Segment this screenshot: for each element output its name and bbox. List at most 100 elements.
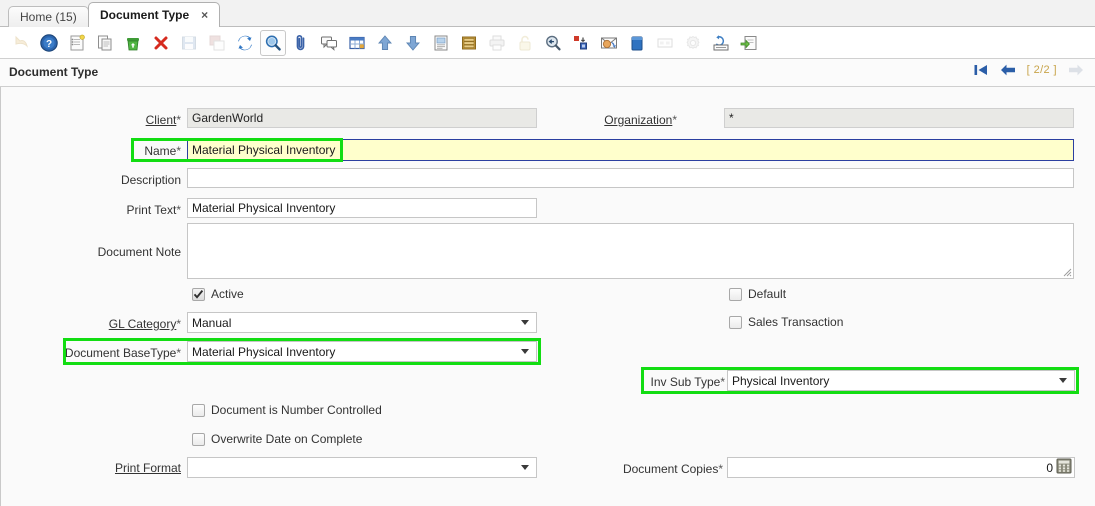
inv-sub-type-value: Physical Inventory — [732, 374, 829, 388]
document-copies-label: Document Copies — [623, 462, 718, 476]
tab-home-label: Home (15) — [20, 10, 77, 24]
detail-record-icon[interactable] — [400, 30, 426, 56]
name-input[interactable]: Material Physical Inventory — [187, 139, 1074, 161]
document-basetype-value: Material Physical Inventory — [192, 345, 335, 359]
active-checkbox[interactable]: Active — [192, 287, 244, 301]
gl-category-dropdown[interactable]: Manual — [187, 312, 537, 333]
gl-category-label[interactable]: GL Category — [109, 317, 177, 331]
document-copies-label-wrap: Document Copies* — [597, 462, 723, 476]
client-value: GardenWorld — [192, 111, 263, 125]
report-icon[interactable] — [428, 30, 454, 56]
zoom-across-icon[interactable] — [540, 30, 566, 56]
inv-sub-type-label: Inv Sub Type — [651, 375, 721, 389]
new-record-icon[interactable] — [64, 30, 90, 56]
tab-home[interactable]: Home (15) — [8, 6, 89, 27]
sales-transaction-checkbox[interactable]: Sales Transaction — [729, 315, 843, 329]
refresh-icon[interactable] — [232, 30, 258, 56]
print-text-value: Material Physical Inventory — [192, 201, 335, 215]
organization-label[interactable]: Organization — [604, 113, 672, 127]
multi-select-icon[interactable] — [652, 30, 678, 56]
organization-required-marker: * — [672, 113, 677, 127]
tab-document-type-label: Document Type — [100, 8, 189, 22]
print-format-label[interactable]: Print Format — [115, 461, 181, 475]
help-icon[interactable]: ? — [36, 30, 62, 56]
inv-sub-type-label-wrap: Inv Sub Type* — [647, 375, 725, 389]
number-controlled-label: Document is Number Controlled — [211, 403, 382, 417]
document-note-label-wrap: Document Note — [91, 245, 181, 259]
client-label[interactable]: Client — [146, 113, 177, 127]
first-record-icon[interactable] — [973, 63, 989, 77]
description-label: Description — [121, 173, 181, 187]
print-text-input[interactable]: Material Physical Inventory — [187, 198, 537, 218]
document-copies-required-marker: * — [718, 462, 723, 476]
close-icon[interactable]: × — [201, 9, 208, 21]
description-input[interactable] — [187, 168, 1074, 188]
application-window: Home (15) Document Type × ? — [0, 0, 1095, 506]
number-controlled-checkbox[interactable]: Document is Number Controlled — [192, 403, 382, 417]
inv-sub-type-required-marker: * — [720, 375, 725, 389]
overwrite-date-label: Overwrite Date on Complete — [211, 432, 362, 446]
chevron-down-icon — [1059, 378, 1067, 383]
product-info-icon[interactable] — [624, 30, 650, 56]
document-basetype-label: Document BaseType — [65, 346, 176, 360]
parent-record-icon[interactable] — [372, 30, 398, 56]
delete-record-icon[interactable] — [120, 30, 146, 56]
active-checkbox-box — [192, 288, 205, 301]
undo-icon[interactable] — [8, 30, 34, 56]
save-create-icon[interactable] — [204, 30, 230, 56]
chat-icon[interactable] — [316, 30, 342, 56]
chevron-down-icon — [521, 465, 529, 470]
find-icon[interactable] — [260, 30, 286, 56]
window-header: Document Type [ 2/2 ] — [0, 59, 1095, 87]
document-copies-value: 0 — [1046, 461, 1053, 475]
record-navigation: [ 2/2 ] — [973, 63, 1085, 77]
export-icon[interactable] — [708, 30, 734, 56]
copy-record-icon[interactable] — [92, 30, 118, 56]
import-icon[interactable] — [736, 30, 762, 56]
gl-category-label-wrap: GL Category* — [101, 317, 181, 331]
print-text-required-marker: * — [176, 203, 181, 217]
tab-strip: Home (15) Document Type × — [0, 0, 1095, 27]
delete-selection-icon[interactable] — [148, 30, 174, 56]
name-label: Name — [144, 144, 176, 158]
name-required-marker: * — [176, 144, 181, 158]
preference-icon[interactable] — [680, 30, 706, 56]
grid-toggle-icon[interactable] — [344, 30, 370, 56]
sales-transaction-checkbox-box — [729, 316, 742, 329]
client-required-marker: * — [176, 113, 181, 127]
overwrite-date-checkbox[interactable]: Overwrite Date on Complete — [192, 432, 362, 446]
inv-sub-type-dropdown[interactable]: Physical Inventory — [727, 370, 1075, 391]
active-label: Active — [211, 287, 244, 301]
document-note-label: Document Note — [98, 245, 181, 259]
gl-category-value: Manual — [192, 316, 231, 330]
organization-input[interactable]: * — [724, 108, 1074, 128]
calculator-icon[interactable] — [1056, 458, 1072, 477]
chevron-down-icon — [521, 320, 529, 325]
active-workflow-icon[interactable] — [568, 30, 594, 56]
save-icon[interactable] — [176, 30, 202, 56]
client-input[interactable]: GardenWorld — [187, 108, 537, 128]
sales-transaction-label: Sales Transaction — [748, 315, 843, 329]
document-copies-input[interactable]: 0 — [727, 457, 1075, 478]
document-basetype-dropdown[interactable]: Material Physical Inventory — [187, 341, 537, 362]
lock-icon[interactable] — [512, 30, 538, 56]
resize-handle-icon[interactable] — [1062, 267, 1072, 277]
default-checkbox[interactable]: Default — [729, 287, 786, 301]
previous-record-icon[interactable] — [999, 63, 1017, 77]
print-icon[interactable] — [484, 30, 510, 56]
next-record-icon[interactable] — [1067, 63, 1085, 77]
attachment-icon[interactable] — [288, 30, 314, 56]
toolbar: ? — [0, 27, 1095, 59]
organization-label-wrap: Organization* — [589, 113, 677, 127]
default-label: Default — [748, 287, 786, 301]
number-controlled-checkbox-box — [192, 404, 205, 417]
document-note-input[interactable] — [187, 223, 1074, 279]
tab-document-type[interactable]: Document Type × — [88, 2, 220, 27]
name-value: Material Physical Inventory — [192, 143, 335, 157]
page-indicator: [ 2/2 ] — [1027, 64, 1057, 76]
print-format-label-wrap: Print Format — [101, 461, 181, 475]
archive-icon[interactable] — [456, 30, 482, 56]
print-format-dropdown[interactable] — [187, 457, 537, 478]
request-icon[interactable] — [596, 30, 622, 56]
form-panel: Client* GardenWorld Organization* * Name… — [0, 87, 1095, 506]
